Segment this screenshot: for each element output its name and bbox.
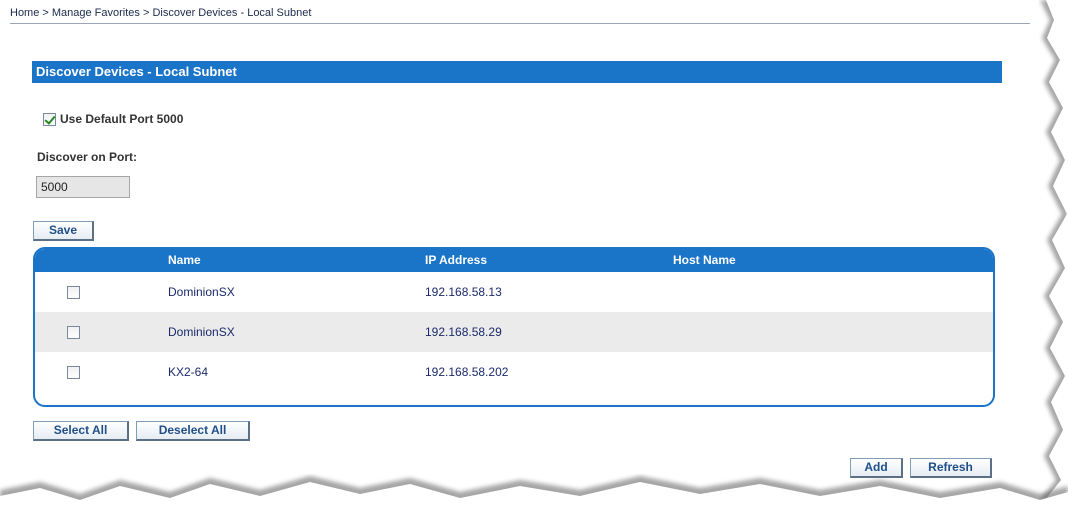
- deselect-all-button[interactable]: Deselect All: [136, 421, 250, 441]
- checkbox-icon[interactable]: [67, 366, 80, 379]
- section-header: Discover Devices - Local Subnet: [32, 61, 1002, 83]
- checkbox-icon[interactable]: [67, 326, 80, 339]
- device-name: DominionSX: [168, 325, 235, 339]
- refresh-button[interactable]: Refresh: [910, 458, 992, 478]
- use-default-port-label: Use Default Port 5000: [60, 112, 184, 126]
- discover-port-input[interactable]: [36, 176, 130, 198]
- breadcrumb: Home > Manage Favorites > Discover Devic…: [10, 5, 1030, 24]
- device-ip: 192.168.58.202: [425, 365, 509, 379]
- table-row[interactable]: DominionSX 192.168.58.13: [35, 272, 993, 312]
- add-button[interactable]: Add: [850, 458, 903, 478]
- column-header-ip-address[interactable]: IP Address: [425, 253, 487, 267]
- device-ip: 192.168.58.13: [425, 285, 502, 299]
- column-header-name[interactable]: Name: [168, 253, 201, 267]
- table-header: Name IP Address Host Name: [35, 249, 993, 272]
- table-row[interactable]: KX2-64 192.168.58.202: [35, 352, 993, 392]
- page: Home > Manage Favorites > Discover Devic…: [0, 0, 1068, 508]
- device-name: DominionSX: [168, 285, 235, 299]
- column-header-host-name[interactable]: Host Name: [673, 253, 736, 267]
- checkbox-icon[interactable]: [67, 286, 80, 299]
- select-all-button[interactable]: Select All: [33, 421, 129, 441]
- table-row[interactable]: DominionSX 192.168.58.29: [35, 312, 993, 352]
- use-default-port-option[interactable]: Use Default Port 5000: [43, 112, 183, 126]
- device-ip: 192.168.58.29: [425, 325, 502, 339]
- checkbox-checked-icon[interactable]: [43, 112, 56, 126]
- discover-port-label: Discover on Port:: [37, 150, 138, 164]
- device-name: KX2-64: [168, 365, 209, 379]
- save-button[interactable]: Save: [33, 221, 94, 241]
- devices-table: Name IP Address Host Name DominionSX 192…: [33, 247, 995, 407]
